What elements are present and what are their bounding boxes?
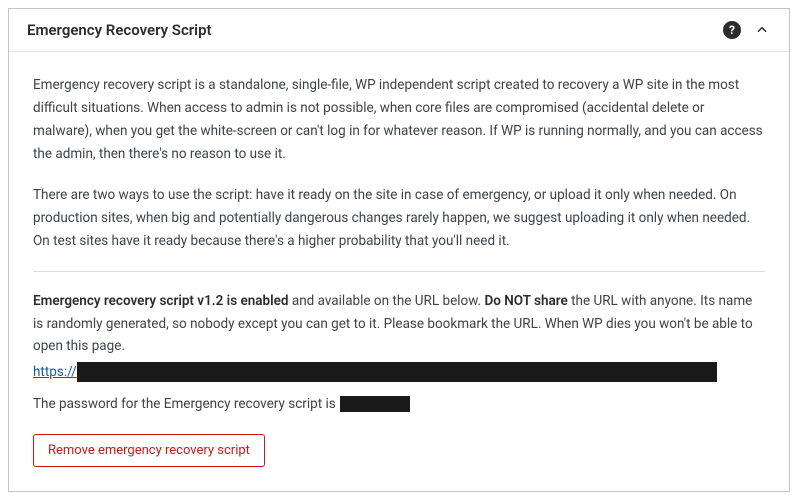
intro-paragraph-2: There are two ways to use the script: ha…: [33, 184, 765, 253]
redacted-password: [340, 396, 410, 412]
intro-paragraph-1: Emergency recovery script is a standalon…: [33, 74, 765, 166]
password-line: The password for the Emergency recovery …: [33, 396, 765, 412]
password-label: The password for the Emergency recovery …: [33, 396, 336, 412]
panel-header[interactable]: Emergency Recovery Script ?: [9, 9, 789, 52]
redacted-url: [77, 362, 717, 382]
status-donotshare-text: Do NOT share: [484, 293, 567, 309]
script-url-line: https://: [33, 362, 765, 382]
help-icon[interactable]: ?: [723, 21, 741, 39]
panel-header-icons: ?: [723, 21, 771, 39]
ers-panel: Emergency Recovery Script ? Emergency re…: [8, 8, 790, 492]
status-paragraph: Emergency recovery script v1.2 is enable…: [33, 290, 765, 359]
panel-title: Emergency Recovery Script: [27, 21, 212, 39]
chevron-up-icon[interactable]: [753, 21, 771, 39]
status-mid-text: and available on the URL below.: [289, 293, 485, 309]
remove-script-button[interactable]: Remove emergency recovery script: [33, 434, 265, 467]
status-enabled-text: Emergency recovery script v1.2 is enable…: [33, 293, 289, 309]
script-url-link[interactable]: https://: [33, 364, 77, 380]
panel-body: Emergency recovery script is a standalon…: [9, 52, 789, 491]
divider: [33, 271, 765, 272]
